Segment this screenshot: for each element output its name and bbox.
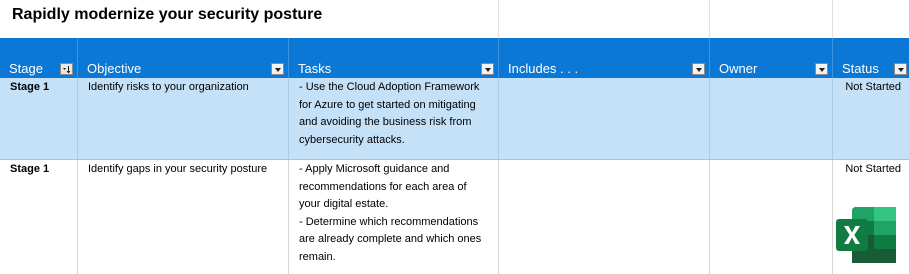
task-line: for Azure to get started on mitigating xyxy=(299,98,476,111)
task-line: remain. xyxy=(299,250,336,263)
column-header-label: Status xyxy=(842,61,879,76)
column-header-includes[interactable]: Includes . . . xyxy=(499,38,710,78)
filter-dropdown-icon[interactable] xyxy=(894,63,907,75)
filter-dropdown-icon[interactable] xyxy=(481,63,494,75)
includes-cell[interactable] xyxy=(499,78,710,159)
column-header-stage[interactable]: Stage xyxy=(0,38,78,78)
stage-cell[interactable]: Stage 1 xyxy=(0,160,78,274)
filter-dropdown-icon[interactable] xyxy=(60,63,73,75)
title-row: Rapidly modernize your security posture xyxy=(0,0,909,39)
column-header-owner[interactable]: Owner xyxy=(710,38,833,78)
tasks-cell[interactable]: - Apply Microsoft guidance and recommend… xyxy=(289,160,499,274)
task-line: - Apply Microsoft guidance and xyxy=(299,163,450,175)
objective-cell[interactable]: Identify gaps in your security posture xyxy=(78,160,289,274)
owner-cell[interactable] xyxy=(710,160,833,274)
column-header-label: Objective xyxy=(87,61,142,76)
includes-cell[interactable] xyxy=(499,160,710,274)
table-row: Stage 1 Identify risks to your organizat… xyxy=(0,78,909,160)
task-line: your digital estate. xyxy=(299,198,389,210)
objective-cell[interactable]: Identify risks to your organization xyxy=(78,78,289,159)
filter-dropdown-icon[interactable] xyxy=(692,63,705,75)
column-header-label: Includes . . . xyxy=(508,61,579,76)
tasks-cell[interactable]: - Use the Cloud Adoption Framework for A… xyxy=(289,78,499,159)
column-header-tasks[interactable]: Tasks xyxy=(289,38,499,78)
stage-cell[interactable]: Stage 1 xyxy=(0,78,78,159)
task-line: recommendations for each area of xyxy=(299,180,467,193)
table-header: Stage Objective Tasks Includes . . . Own… xyxy=(0,38,909,78)
task-line: are already complete and which ones xyxy=(299,233,482,245)
owner-cell[interactable] xyxy=(710,78,833,159)
column-header-label: Owner xyxy=(719,61,758,76)
filter-dropdown-icon[interactable] xyxy=(815,63,828,75)
grid-line xyxy=(709,0,710,38)
grid-line xyxy=(498,0,499,38)
task-line: and avoiding the business risk from xyxy=(299,116,472,128)
spreadsheet: Rapidly modernize your security posture … xyxy=(0,0,909,274)
column-header-objective[interactable]: Objective xyxy=(78,38,289,78)
column-header-label: Stage xyxy=(9,61,43,76)
excel-icon xyxy=(836,207,896,263)
column-header-status[interactable]: Status xyxy=(833,38,909,78)
task-line: cybersecurity attacks. xyxy=(299,133,405,146)
grid-line xyxy=(832,0,833,38)
filter-dropdown-icon[interactable] xyxy=(271,63,284,75)
column-header-label: Tasks xyxy=(298,61,332,76)
table-row: Stage 1 Identify gaps in your security p… xyxy=(0,160,909,274)
task-line: - Determine which recommendations xyxy=(299,215,479,228)
sheet-title: Rapidly modernize your security posture xyxy=(12,6,323,23)
status-cell[interactable]: Not Started xyxy=(833,78,909,159)
task-line: - Use the Cloud Adoption Framework xyxy=(299,81,480,93)
